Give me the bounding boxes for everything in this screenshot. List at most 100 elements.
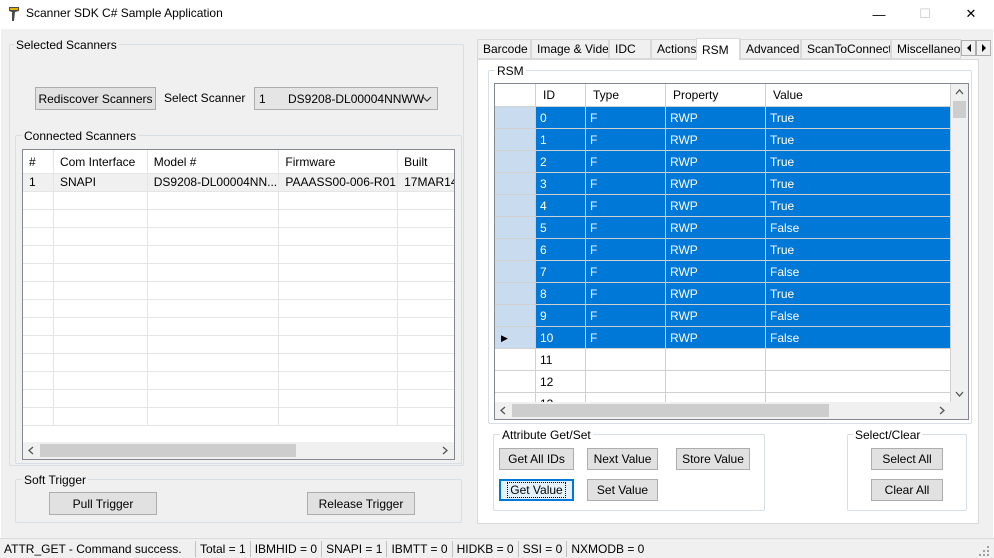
cell-property[interactable]: RWP xyxy=(666,151,766,173)
row-header[interactable] xyxy=(495,283,536,305)
table-row[interactable]: 1 SNAPI DS9208-DL00004NN... PAAASS00-006… xyxy=(23,174,454,192)
column-header-id[interactable]: ID xyxy=(536,84,586,107)
cell-property[interactable]: RWP xyxy=(666,239,766,261)
cell-id[interactable]: 3 xyxy=(536,173,586,195)
cell-value[interactable] xyxy=(766,393,951,402)
vertical-scrollbar[interactable] xyxy=(951,84,968,402)
cell-id[interactable]: 13 xyxy=(536,393,586,402)
tab-actions[interactable]: Actions xyxy=(651,39,697,59)
cell-value[interactable] xyxy=(766,371,951,393)
cell-id[interactable]: 7 xyxy=(536,261,586,283)
row-header[interactable] xyxy=(495,129,536,151)
cell-id[interactable]: 4 xyxy=(536,195,586,217)
horizontal-scrollbar[interactable] xyxy=(23,442,454,459)
cell-property[interactable]: RWP xyxy=(666,305,766,327)
minimize-button[interactable]: — xyxy=(856,0,902,28)
set-value-button[interactable]: Set Value xyxy=(587,479,658,501)
cell-id[interactable]: 10 xyxy=(536,327,586,349)
connected-scanners-table[interactable]: # Com Interface Model # Firmware Built 1… xyxy=(22,149,455,460)
cell-id[interactable]: 9 xyxy=(536,305,586,327)
scrollbar-thumb[interactable] xyxy=(953,101,966,118)
tab-scroll-left-icon[interactable] xyxy=(961,40,976,56)
column-header-value[interactable]: Value xyxy=(766,84,951,107)
row-header[interactable] xyxy=(495,261,536,283)
cell-value[interactable]: True xyxy=(766,107,951,129)
cell-property[interactable]: RWP xyxy=(666,327,766,349)
tab-scroll-right-icon[interactable] xyxy=(976,40,991,56)
cell-id[interactable]: 6 xyxy=(536,239,586,261)
tab-idc[interactable]: IDC xyxy=(609,39,651,59)
row-header[interactable] xyxy=(495,393,536,402)
scroll-right-icon[interactable] xyxy=(938,406,946,415)
cell-value[interactable]: False xyxy=(766,217,951,239)
cell-property[interactable]: RWP xyxy=(666,217,766,239)
cell-property[interactable]: RWP xyxy=(666,261,766,283)
cell-type[interactable]: F xyxy=(586,327,666,349)
cell-type[interactable]: F xyxy=(586,129,666,151)
cell-id[interactable]: 8 xyxy=(536,283,586,305)
cell-type[interactable]: F xyxy=(586,217,666,239)
row-header[interactable] xyxy=(495,239,536,261)
cell-type[interactable] xyxy=(586,393,666,402)
scroll-right-icon[interactable] xyxy=(441,446,449,455)
cell-value[interactable] xyxy=(766,349,951,371)
tab-miscellaneous[interactable]: Miscellaneous xyxy=(891,39,961,59)
store-value-button[interactable]: Store Value xyxy=(676,448,750,470)
scroll-left-icon[interactable] xyxy=(27,446,35,455)
row-header[interactable] xyxy=(495,151,536,173)
row-header[interactable]: ▶ xyxy=(495,327,536,349)
cell-value[interactable]: True xyxy=(766,173,951,195)
tab-image-video[interactable]: Image & Video xyxy=(531,39,609,59)
cell-type[interactable]: F xyxy=(586,239,666,261)
cell-property[interactable] xyxy=(666,371,766,393)
column-header-built[interactable]: Built xyxy=(398,150,454,173)
row-header[interactable] xyxy=(495,107,536,129)
cell-value[interactable]: True xyxy=(766,239,951,261)
horizontal-scrollbar[interactable] xyxy=(495,402,951,419)
next-value-button[interactable]: Next Value xyxy=(587,448,658,470)
grid-corner-header[interactable] xyxy=(495,84,536,107)
close-button[interactable]: ✕ xyxy=(948,0,994,28)
select-scanner-dropdown[interactable]: 1 DS9208-DL00004NNWW xyxy=(254,87,438,110)
tab-barcode[interactable]: Barcode xyxy=(477,39,531,59)
resize-grip-icon[interactable] xyxy=(978,545,990,557)
maximize-button[interactable]: ☐ xyxy=(902,0,948,28)
row-header[interactable] xyxy=(495,305,536,327)
column-header-firmware[interactable]: Firmware xyxy=(279,150,399,173)
select-all-button[interactable]: Select All xyxy=(871,448,943,470)
rsm-attribute-grid[interactable]: ID Type Property Value 0 F RWP True 1 F RWP True 2 F R… xyxy=(494,83,969,420)
scrollbar-thumb[interactable] xyxy=(40,444,296,457)
column-header-model[interactable]: Model # xyxy=(148,150,280,173)
cell-type[interactable] xyxy=(586,371,666,393)
cell-type[interactable]: F xyxy=(586,151,666,173)
clear-all-button[interactable]: Clear All xyxy=(871,479,943,501)
cell-id[interactable]: 0 xyxy=(536,107,586,129)
cell-value[interactable]: False xyxy=(766,261,951,283)
tab-scantoconnect[interactable]: ScanToConnect xyxy=(801,39,891,59)
cell-value[interactable]: True xyxy=(766,129,951,151)
tab-advanced[interactable]: Advanced xyxy=(740,39,801,59)
cell-type[interactable]: F xyxy=(586,261,666,283)
cell-value[interactable]: False xyxy=(766,327,951,349)
cell-value[interactable]: True xyxy=(766,151,951,173)
get-all-ids-button[interactable]: Get All IDs xyxy=(499,448,574,470)
cell-value[interactable]: True xyxy=(766,195,951,217)
column-header-number[interactable]: # xyxy=(23,150,54,173)
cell-property[interactable]: RWP xyxy=(666,129,766,151)
row-header[interactable] xyxy=(495,173,536,195)
cell-id[interactable]: 5 xyxy=(536,217,586,239)
pull-trigger-button[interactable]: Pull Trigger xyxy=(49,492,157,515)
column-header-type[interactable]: Type xyxy=(586,84,666,107)
cell-value[interactable]: False xyxy=(766,305,951,327)
scroll-down-icon[interactable] xyxy=(955,390,964,398)
cell-property[interactable]: RWP xyxy=(666,107,766,129)
row-header[interactable] xyxy=(495,217,536,239)
cell-property[interactable] xyxy=(666,393,766,402)
scrollbar-thumb[interactable] xyxy=(512,404,829,417)
scroll-left-icon[interactable] xyxy=(499,406,507,415)
column-header-com-interface[interactable]: Com Interface xyxy=(54,150,148,173)
cell-id[interactable]: 2 xyxy=(536,151,586,173)
cell-property[interactable]: RWP xyxy=(666,195,766,217)
cell-type[interactable]: F xyxy=(586,107,666,129)
cell-value[interactable]: True xyxy=(766,283,951,305)
